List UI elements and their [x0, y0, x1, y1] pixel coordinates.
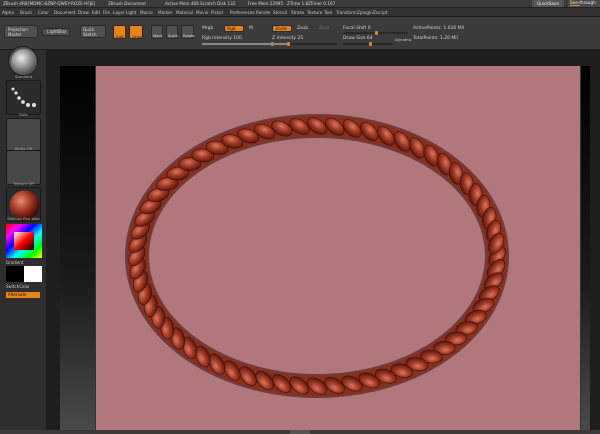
- menu-picker[interactable]: Picker: [211, 10, 223, 15]
- menu-marker[interactable]: Marker: [158, 10, 172, 15]
- move-label: Move: [153, 34, 163, 38]
- rgb-label: Rgb: [227, 26, 236, 32]
- timer: Timer 0.167: [310, 1, 336, 6]
- rgb-button[interactable]: Rgb: [224, 25, 244, 32]
- dynamic-button[interactable]: Dynamic: [395, 37, 412, 42]
- top-shelf: Projection Master LightBox Quick Sketch …: [0, 17, 600, 50]
- zadd-button[interactable]: Zadd: [272, 25, 292, 32]
- build-code: [MDMC-BZNP-QWEY-ROZE-HFJE]: [28, 1, 96, 6]
- standard-brush-thumbnail[interactable]: [8, 46, 38, 76]
- color-picker-icon: [6, 224, 42, 258]
- menu-layer[interactable]: Layer: [113, 10, 125, 15]
- lightbox-label: LightBox: [47, 30, 67, 35]
- canvas-viewport[interactable]: [46, 50, 600, 430]
- secondary-color-swatch[interactable]: [24, 266, 42, 282]
- menu-tool[interactable]: Tool: [324, 10, 332, 15]
- quick-sketch-button[interactable]: Quick Sketch: [80, 25, 106, 38]
- menu-render[interactable]: Render: [256, 10, 271, 15]
- menu-macro[interactable]: Macro: [140, 10, 153, 15]
- alternate-button[interactable]: Alternate: [6, 292, 40, 298]
- document-name: ZBrush Document: [108, 1, 146, 6]
- stroke-caption: Dots: [19, 112, 28, 117]
- scale-button[interactable]: Scale: [166, 25, 178, 39]
- texture-thumbnail[interactable]: [6, 150, 41, 185]
- menu-brush[interactable]: Brush: [20, 10, 32, 15]
- zsub-button[interactable]: Zsub: [297, 26, 308, 31]
- color-swatches[interactable]: [6, 266, 42, 282]
- move-button[interactable]: Move: [151, 25, 163, 39]
- mrgb-button[interactable]: Mrgb: [202, 26, 213, 31]
- z-intensity-fill: [272, 43, 288, 45]
- stroke-thumbnail[interactable]: [6, 80, 41, 115]
- menu-light[interactable]: Light: [126, 10, 136, 15]
- see-through-bar: [570, 4, 580, 6]
- lightbox-button[interactable]: LightBox: [42, 28, 70, 36]
- left-tray: Standard Dots Alpha Off Texture Off MatC…: [0, 46, 46, 434]
- focal-shift-label: Focal Shift 0: [343, 26, 371, 31]
- z-intensity-label: Z Intensity 25: [272, 36, 304, 41]
- menu-movie[interactable]: Movie: [196, 10, 208, 15]
- title-bar: ZBrush 4R8 [MDMC-BZNP-QWEY-ROZE-HFJE] ZB…: [0, 0, 600, 8]
- dots-stroke-icon: [11, 87, 37, 108]
- menu-alpha[interactable]: Alpha: [2, 10, 14, 15]
- projection-master-button[interactable]: Projection Master: [4, 25, 38, 38]
- focal-shift-slider[interactable]: [343, 31, 408, 35]
- menu-zscript[interactable]: Zscript: [373, 10, 388, 15]
- menu-draw[interactable]: Draw: [78, 10, 89, 15]
- menu-stencil[interactable]: Stencil: [273, 10, 287, 15]
- scratch-disk: Scratch Disk 132: [200, 1, 236, 6]
- zcut-button[interactable]: Zcut: [319, 26, 329, 31]
- menu-transform[interactable]: Transform: [336, 10, 357, 15]
- rgb-intensity-label: Rgb Intensity 100: [202, 36, 242, 41]
- menu-edit[interactable]: Edit: [92, 10, 100, 15]
- draw-size-slider[interactable]: [343, 42, 393, 46]
- m-button[interactable]: M: [249, 26, 253, 31]
- menu-document[interactable]: Document: [54, 10, 76, 15]
- active-points: ActivePoints: 1.026 Mil: [413, 26, 465, 31]
- standard-brush-icon: [11, 49, 37, 75]
- rotate-label: Rotate: [183, 34, 195, 38]
- rgb-intensity-slider[interactable]: [202, 42, 274, 46]
- z-intensity-slider[interactable]: [272, 42, 337, 46]
- menu-bar: Alpha Brush Color Document Draw Edit File Layer…: [0, 8, 600, 17]
- menu-preferences[interactable]: Preferences: [230, 10, 255, 15]
- rotate-button[interactable]: Rotate: [181, 25, 195, 39]
- twisted-rope-ring[interactable]: [60, 66, 590, 430]
- menu-texture[interactable]: Texture: [307, 10, 322, 15]
- app-name: ZBrush 4R8: [3, 1, 28, 6]
- quick-sketch-label: Quick Sketch: [83, 27, 97, 37]
- menu-stroke[interactable]: Stroke: [291, 10, 304, 15]
- projection-master-label: Projection Master: [8, 27, 28, 37]
- edit-label: Edit: [116, 34, 124, 39]
- bottom-tray-grip[interactable]: [290, 430, 310, 434]
- bottom-bar: [0, 430, 600, 434]
- draw-size-label: Draw Size 64: [343, 36, 373, 41]
- material-caption: MatCap Red Wax: [7, 216, 40, 221]
- focal-shift-knob[interactable]: [375, 31, 378, 35]
- draw-label: Draw: [132, 34, 142, 39]
- gradient-label[interactable]: Gradient: [6, 260, 23, 265]
- menu-zplugin[interactable]: Zplugin: [357, 10, 373, 15]
- ztime: ZTime 1.82: [287, 1, 311, 6]
- rgb-intensity-fill: [202, 43, 272, 45]
- document-canvas[interactable]: [60, 66, 590, 430]
- texture-caption: Texture Off: [13, 181, 34, 186]
- brush-caption: Standard: [14, 74, 33, 79]
- edit-button[interactable]: Edit: [113, 25, 126, 39]
- free-mem: Free Mem 22995: [248, 1, 284, 6]
- quicksave-button[interactable]: QuickSave: [532, 0, 564, 7]
- active-mem: Active Mem 466: [165, 1, 199, 6]
- zadd-label: Zadd: [275, 26, 287, 32]
- menu-file[interactable]: File: [103, 10, 110, 15]
- menu-material[interactable]: Material: [176, 10, 193, 15]
- scale-label: Scale: [168, 34, 178, 38]
- menu-color[interactable]: Color: [38, 10, 49, 15]
- color-picker[interactable]: [6, 224, 42, 258]
- draw-button[interactable]: Draw: [129, 25, 143, 39]
- switch-color-button[interactable]: SwitchColor: [6, 284, 30, 289]
- draw-size-knob[interactable]: [369, 42, 372, 46]
- total-points: TotalPoints: 1.26 Mil: [413, 36, 458, 41]
- z-intensity-knob[interactable]: [287, 42, 290, 46]
- see-through-slider[interactable]: See-through: [568, 0, 600, 7]
